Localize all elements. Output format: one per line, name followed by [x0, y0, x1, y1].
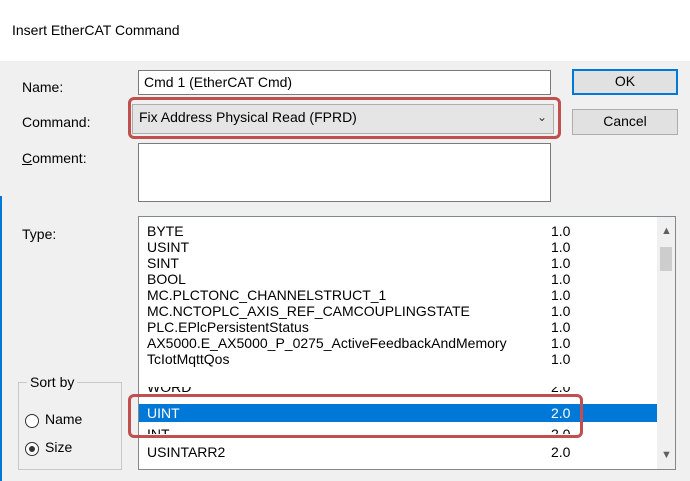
type-size: 2.0: [551, 426, 571, 434]
list-item[interactable]: USINT 1.0: [139, 239, 657, 255]
type-name: USINTARR2: [147, 444, 226, 460]
type-size: 2.0: [551, 444, 571, 460]
type-name: SINT: [147, 255, 179, 271]
name-field[interactable]: Cmd 1 (EtherCAT Cmd): [138, 70, 551, 95]
type-size: 2.0: [551, 387, 571, 395]
list-item[interactable]: INT 2.0: [139, 426, 657, 434]
list-item[interactable]: BYTE 1.0: [139, 223, 657, 239]
type-size: 1.0: [551, 255, 571, 271]
sort-name-label[interactable]: Name: [45, 411, 82, 427]
type-list[interactable]: BYTE 1.0 USINT 1.0 SINT 1.0 BOOL 1.0 MC.…: [138, 216, 676, 470]
type-size: 1.0: [551, 271, 571, 287]
type-size: 1.0: [551, 335, 571, 351]
scroll-up-icon[interactable]: ▲: [661, 225, 672, 237]
scrollbar-thumb[interactable]: [660, 247, 672, 271]
type-size: 1.0: [551, 303, 571, 319]
list-item-selected[interactable]: UINT 2.0: [139, 404, 657, 422]
cancel-button[interactable]: Cancel: [572, 109, 678, 135]
type-name: AX5000.E_AX5000_P_0275_ActiveFeedbackAnd…: [147, 335, 507, 351]
sort-by-legend: Sort by: [27, 374, 78, 390]
name-field-value: Cmd 1 (EtherCAT Cmd): [144, 74, 293, 90]
comment-label: Comment:: [22, 150, 87, 166]
chevron-down-icon: ⌄: [536, 110, 547, 124]
list-item[interactable]: PLC.EPlcPersistentStatus 1.0: [139, 319, 657, 335]
name-label: Name:: [22, 79, 64, 95]
ok-button[interactable]: OK: [572, 69, 678, 95]
sort-size-radio[interactable]: [25, 442, 39, 456]
type-size: 1.0: [551, 239, 571, 255]
dialog-title: Insert EtherCAT Command: [12, 22, 180, 38]
type-size: 1.0: [551, 223, 571, 239]
type-label: Type:: [22, 226, 57, 242]
command-label: Command:: [22, 114, 91, 130]
sort-by-group: Sort by Name Size: [18, 374, 122, 470]
list-item[interactable]: MC.NCTOPLC_AXIS_REF_CAMCOUPLINGSTATE 1.0: [139, 303, 657, 319]
type-name: UINT: [147, 405, 180, 421]
type-name: INT: [147, 426, 170, 434]
type-name: BYTE: [147, 223, 184, 239]
type-size: 1.0: [551, 351, 571, 367]
sort-size-label[interactable]: Size: [45, 439, 72, 455]
scroll-down-icon[interactable]: ▼: [661, 449, 672, 461]
type-size: 2.0: [551, 405, 571, 421]
sort-name-radio[interactable]: [25, 414, 39, 428]
list-item[interactable]: AX5000.E_AX5000_P_0275_ActiveFeedbackAnd…: [139, 335, 657, 351]
list-item[interactable]: MC.PLCTONC_CHANNELSTRUCT_1 1.0: [139, 287, 657, 303]
type-name: TcIotMqttQos: [147, 351, 230, 367]
list-item[interactable]: TcIotMqttQos 1.0: [139, 351, 657, 367]
list-item[interactable]: BOOL 1.0: [139, 271, 657, 287]
type-name: MC.NCTOPLC_AXIS_REF_CAMCOUPLINGSTATE: [147, 303, 470, 319]
type-name: MC.PLCTONC_CHANNELSTRUCT_1: [147, 287, 387, 303]
type-name: USINT: [147, 239, 189, 255]
dialog-titlebar: Insert EtherCAT Command: [0, 0, 690, 61]
list-item[interactable]: WORD 2.0: [139, 387, 657, 395]
type-size: 1.0: [551, 319, 571, 335]
type-name: BOOL: [147, 271, 186, 287]
command-select-value: Fix Address Physical Read (FPRD): [139, 109, 357, 125]
type-size: 1.0: [551, 287, 571, 303]
command-select[interactable]: Fix Address Physical Read (FPRD) ⌄: [132, 104, 554, 134]
window-edge: [0, 196, 2, 481]
type-name: PLC.EPlcPersistentStatus: [147, 319, 309, 335]
list-item[interactable]: USINTARR2 2.0: [139, 444, 657, 460]
list-item[interactable]: SINT 1.0: [139, 255, 657, 271]
type-list-scrollbar[interactable]: ▲ ▼: [657, 217, 675, 469]
comment-field[interactable]: [138, 143, 551, 202]
type-name: WORD: [147, 387, 192, 395]
